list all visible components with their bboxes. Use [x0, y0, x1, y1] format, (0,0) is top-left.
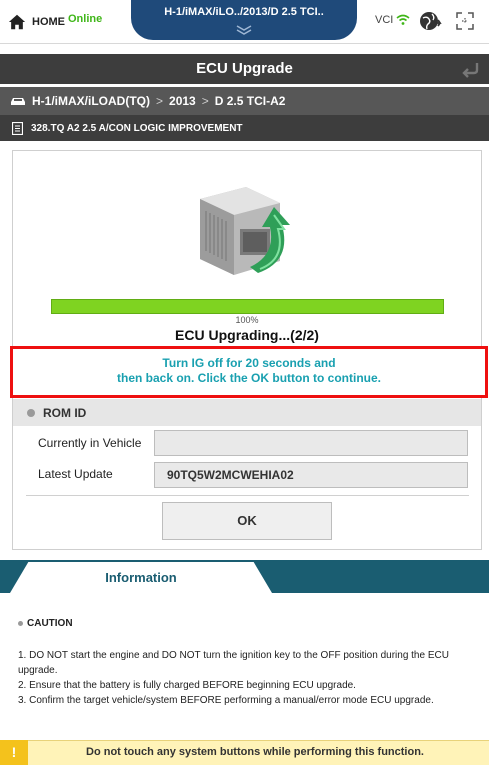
tab-information[interactable]: Information — [10, 562, 272, 593]
vci-status: VCI — [375, 14, 410, 26]
breadcrumb-engine: D 2.5 TCI-A2 — [214, 94, 286, 108]
wifi-icon — [396, 14, 410, 25]
rom-id-heading: ROM ID — [43, 405, 87, 420]
caution-item: 3. Confirm the target vehicle/system BEF… — [18, 695, 434, 706]
home-button[interactable]: HOME — [8, 8, 65, 36]
latest-rom-label: Latest Update — [38, 467, 113, 481]
current-rom-field — [154, 430, 468, 456]
online-status: Online — [68, 13, 103, 25]
fullscreen-icon[interactable] — [455, 11, 475, 31]
caution-title: CAUTION — [27, 618, 73, 629]
caution-item: 2. Ensure that the battery is fully char… — [18, 680, 356, 691]
breadcrumb-separator: > — [156, 94, 164, 108]
car-icon — [11, 98, 25, 105]
caution-heading: CAUTION — [18, 618, 73, 629]
rom-id-header: ROM ID — [13, 399, 481, 426]
upgrade-item-label: 328.TQ A2 2.5 A/CON LOGIC IMPROVEMENT — [31, 122, 243, 134]
progress-percent-label: 100% — [235, 315, 259, 325]
breadcrumb-year: 2013 — [169, 94, 196, 108]
bullet-icon — [18, 621, 23, 626]
caution-item: 1. DO NOT start the engine and DO NOT tu… — [18, 650, 449, 676]
page-title: ECU Upgrade — [196, 60, 293, 77]
breadcrumb-model: H-1/iMAX/iLOAD(TQ) — [32, 94, 150, 108]
current-rom-label: Currently in Vehicle — [38, 436, 142, 450]
bullet-icon — [27, 408, 35, 417]
vci-label: VCI — [375, 14, 394, 26]
upgrade-progress-bar — [51, 299, 444, 314]
home-label: HOME — [32, 16, 65, 28]
upgrade-status: ECU Upgrading...(2/2) — [175, 327, 319, 343]
instruction-alert: Turn IG off for 20 seconds and then back… — [10, 346, 488, 398]
latest-rom-field: 90TQ5W2MCWEHIA02 — [154, 462, 468, 488]
top-bar: HOME Online H-1/iMAX/iLO../2013/D 2.5 TC… — [0, 0, 489, 44]
warning-text: Do not touch any system buttons while pe… — [86, 746, 424, 758]
back-arrow-icon[interactable] — [459, 59, 481, 79]
chevron-down-icon — [236, 25, 252, 35]
home-icon — [8, 14, 26, 30]
ecu-module-icon — [200, 187, 290, 275]
warning-icon: ! — [0, 740, 28, 765]
vehicle-title: H-1/iMAX/iLO../2013/D 2.5 TCI.. — [164, 6, 324, 18]
document-icon — [12, 121, 23, 135]
breadcrumb-separator: > — [201, 94, 209, 108]
divider — [26, 495, 469, 496]
instruction-line-1: Turn IG off for 20 seconds and — [162, 356, 336, 370]
upgrade-item-title: 328.TQ A2 2.5 A/CON LOGIC IMPROVEMENT — [0, 115, 489, 141]
breadcrumb: H-1/iMAX/iLOAD(TQ) > 2013 > D 2.5 TCI-A2 — [0, 87, 489, 115]
title-bar: ECU Upgrade — [0, 54, 489, 84]
ok-button[interactable]: OK — [162, 502, 332, 540]
vehicle-selector-tab[interactable]: H-1/iMAX/iLO../2013/D 2.5 TCI.. — [131, 0, 357, 40]
globe-icon[interactable] — [418, 9, 442, 33]
caution-list: 1. DO NOT start the engine and DO NOT tu… — [18, 648, 478, 708]
instruction-line-2: then back on. Click the OK button to con… — [117, 371, 381, 385]
